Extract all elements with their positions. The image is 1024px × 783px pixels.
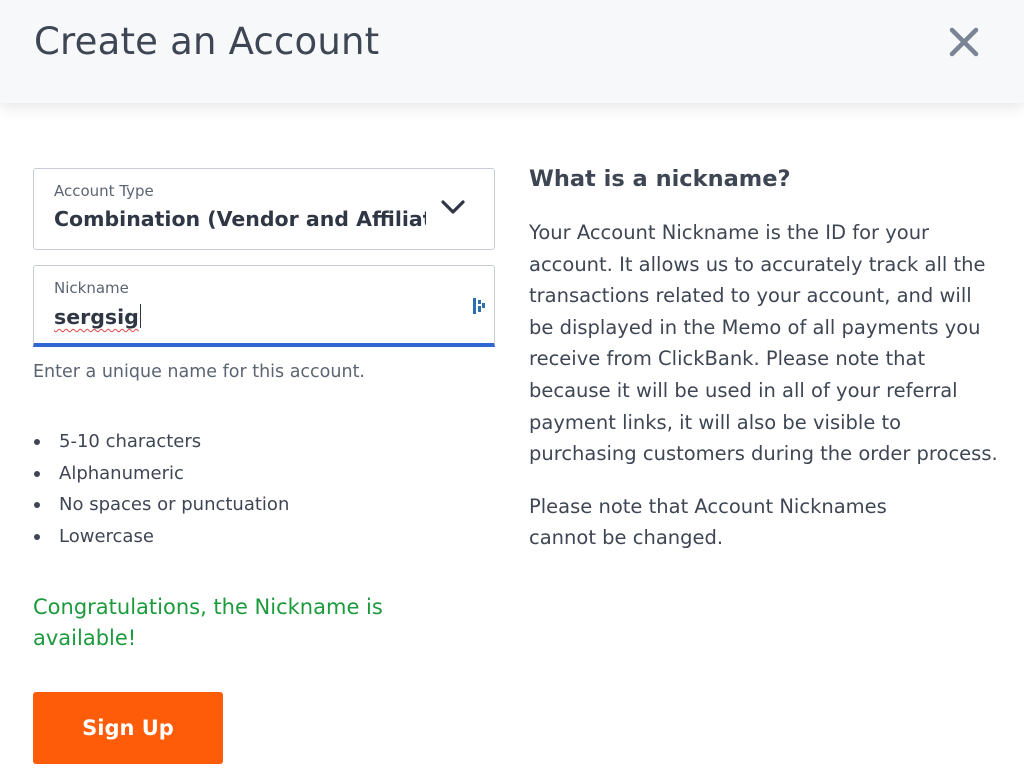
- nickname-label: Nickname: [54, 279, 129, 297]
- sign-up-button[interactable]: Sign Up: [33, 692, 223, 764]
- close-icon: [949, 27, 979, 57]
- account-type-select[interactable]: Account Type Combination (Vendor and Aff…: [33, 168, 495, 250]
- rule-item: No spaces or punctuation: [33, 489, 497, 521]
- nickname-rules-list: 5-10 characters Alphanumeric No spaces o…: [33, 426, 497, 552]
- rule-item: Alphanumeric: [33, 458, 497, 490]
- chevron-down-icon: [441, 200, 465, 214]
- rule-item: 5-10 characters: [33, 426, 497, 458]
- nickname-field[interactable]: Nickname sergsig: [33, 265, 495, 347]
- account-type-label: Account Type: [54, 182, 154, 200]
- rule-item: Lowercase: [33, 521, 497, 553]
- nickname-value: sergsig: [54, 305, 139, 329]
- rule-text: Alphanumeric: [59, 462, 184, 484]
- help-panel: What is a nickname? Your Account Nicknam…: [529, 166, 999, 554]
- bullet-icon: [34, 470, 40, 477]
- help-title: What is a nickname?: [529, 166, 791, 192]
- password-manager-icon[interactable]: [472, 296, 486, 316]
- help-paragraph: Your Account Nickname is the ID for your…: [529, 221, 998, 466]
- modal-header: Create an Account: [0, 0, 1024, 103]
- help-note: Please note that Account Nicknames canno…: [529, 494, 887, 550]
- bullet-icon: [34, 439, 40, 445]
- account-type-value: Combination (Vendor and Affiliate: [54, 207, 426, 231]
- bullet-icon: [34, 502, 40, 509]
- nickname-hint: Enter a unique name for this account.: [33, 362, 365, 382]
- text-caret: [139, 304, 142, 328]
- availability-message: Congratulations, the Nickname is availab…: [33, 595, 383, 651]
- account-form: Account Type Combination (Vendor and Aff…: [33, 168, 497, 764]
- rule-text: No spaces or punctuation: [59, 494, 290, 516]
- rule-text: 5-10 characters: [59, 431, 202, 452]
- modal-title: Create an Account: [34, 20, 380, 63]
- close-button[interactable]: [944, 22, 984, 62]
- nickname-input[interactable]: sergsig: [54, 304, 142, 329]
- bullet-icon: [34, 533, 40, 540]
- rule-text: Lowercase: [59, 525, 154, 547]
